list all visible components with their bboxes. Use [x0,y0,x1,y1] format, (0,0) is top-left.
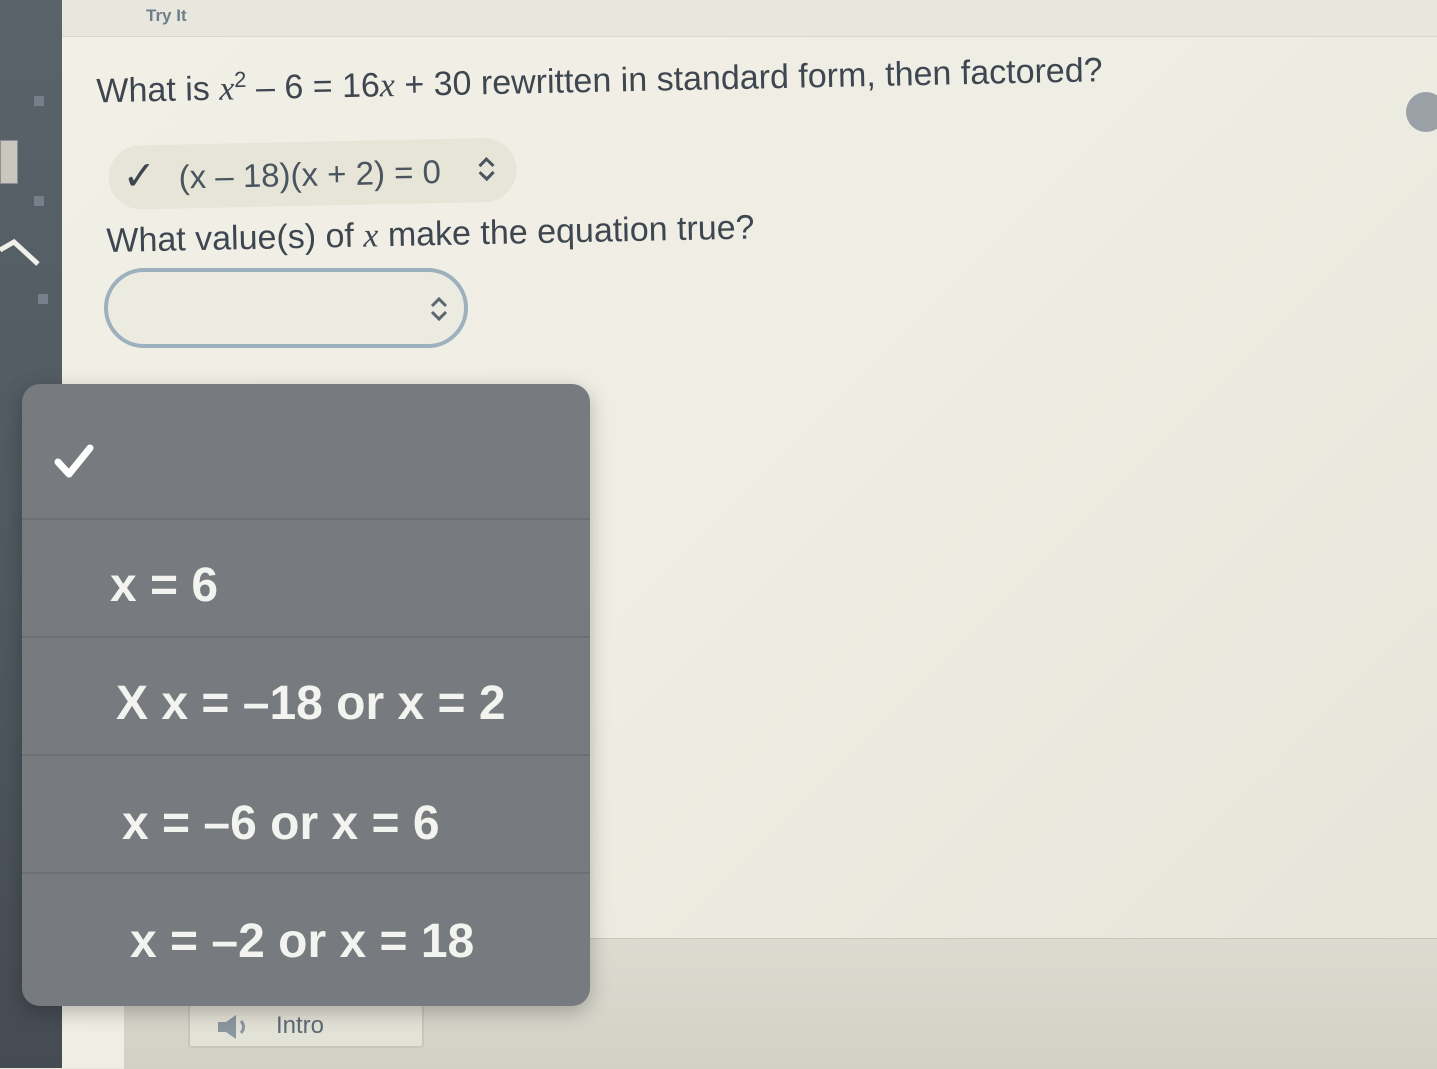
intro-button[interactable]: Intro [188,1004,424,1048]
sidebar-marker [38,294,48,304]
question-2-variable: x [362,217,379,255]
answer-2-select[interactable] [104,268,468,348]
pointer-icon [0,238,40,266]
dropdown-option-label: x = 6 [110,559,219,612]
question-1-variable: x [218,70,235,108]
sidebar-marker [34,196,44,206]
question-2-prefix: What value(s) of [106,216,364,260]
dropdown-option[interactable]: x = –6 or x = 6 [22,756,590,874]
question-1-middle: – 6 = 16 [246,66,381,108]
tab-strip [62,0,1437,37]
dropdown-option[interactable]: x = 6 [22,520,590,638]
answer-2-dropdown-menu: x = 6 X x = –18 or x = 2 x = –6 or x = 6… [22,384,590,1006]
tab-try-it[interactable]: Try It [146,6,187,26]
check-icon [54,444,94,478]
answer-1-select[interactable]: ✓ (x – 18)(x + 2) = 0 [108,137,518,210]
speaker-icon [218,1015,245,1039]
check-icon: ✓ [122,154,157,199]
question-1-variable-2: x [379,67,396,105]
answer-1-value: (x – 18)(x + 2) = 0 [178,153,442,196]
dropdown-option[interactable]: x = –2 or x = 18 [22,874,590,1006]
sidebar-marker [34,96,44,106]
sidebar-note-icon[interactable] [0,140,18,184]
question-1-prefix: What is [96,69,220,111]
question-1-exponent: 2 [233,66,247,93]
dropdown-option-label: x = –6 or x = 6 [122,797,440,850]
dropdown-option-blank[interactable] [22,384,590,520]
chevron-updown-icon [430,296,448,322]
intro-label: Intro [276,1012,325,1039]
dropdown-option-label: X x = –18 or x = 2 [116,677,506,730]
dropdown-option-label: x = –2 or x = 18 [130,915,475,968]
chevron-updown-icon [478,156,495,182]
question-2-suffix: make the equation true? [378,208,755,255]
dropdown-option[interactable]: X x = –18 or x = 2 [22,638,590,756]
